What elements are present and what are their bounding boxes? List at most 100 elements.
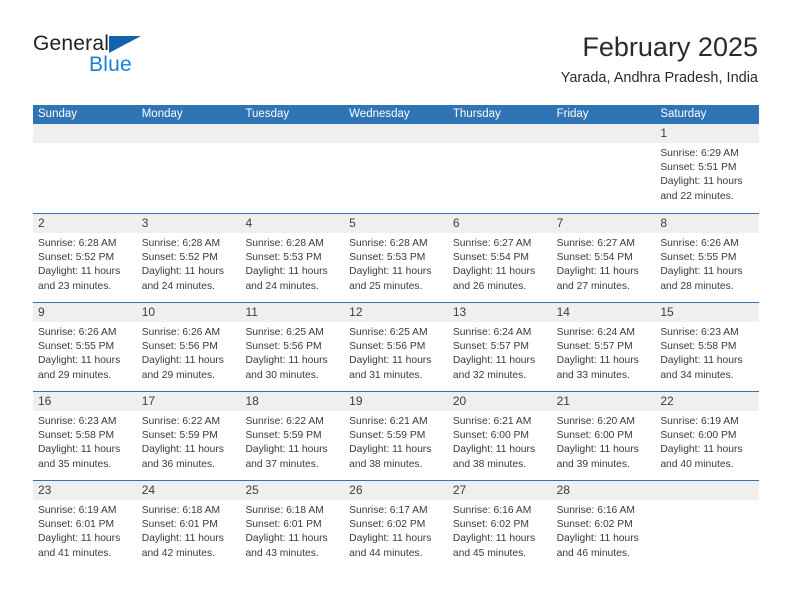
day-details: Sunrise: 6:25 AM Sunset: 5:56 PM Daylight:… [344,322,448,383]
day-number: 21 [551,392,656,411]
day-detail-line: and 42 minutes. [141,547,215,559]
day-detail-line: Sunrise: 6:18 AM [141,505,221,516]
day-detail-line: and 31 minutes. [349,369,423,381]
calendar-day-cell-11[interactable]: 11 Sunrise: 6:25 AM Sunset: 5:56 PM Dayligh… [240,303,345,391]
day-detail-line: and 30 minutes. [245,369,319,381]
day-details: Sunrise: 6:21 AM Sunset: 5:59 PM Daylight:… [344,411,448,472]
day-detail-line: Sunset: 5:55 PM [660,252,737,264]
calendar-day-cell-8[interactable]: 8 Sunrise: 6:26 AM Sunset: 5:55 PM Daylight… [655,214,760,302]
day-details: Sunrise: 6:20 AM Sunset: 6:00 PM Daylight:… [552,411,656,472]
day-detail-line: Sunset: 5:57 PM [556,341,633,353]
day-detail-line: and 43 minutes. [245,547,319,559]
calendar-day-cell-1[interactable]: 1 Sunrise: 6:29 AM Sunset: 5:51 PM Daylight… [655,124,760,213]
day-detail-line: Daylight: 11 hours [556,444,639,456]
day-detail-line: Sunset: 5:59 PM [349,430,426,442]
day-detail-line: Sunset: 6:00 PM [556,430,633,442]
calendar-day-cell-2[interactable]: 2 Sunrise: 6:28 AM Sunset: 5:52 PM Daylight… [33,214,137,302]
day-detail-line: Daylight: 11 hours [349,355,432,367]
day-details: Sunrise: 6:23 AM Sunset: 5:58 PM Daylight:… [655,322,759,383]
day-detail-line: Sunrise: 6:28 AM [349,238,428,249]
calendar-grid: Sunday Monday Tuesday Wednesday Thursday Frid… [33,105,760,569]
day-detail-line: Sunset: 5:57 PM [452,341,530,353]
general-blue-logo[interactable]: General Blue [33,32,233,82]
weekday-header-thursday: Thursday [452,108,501,120]
calendar-day-cell-25[interactable]: 25 Sunrise: 6:18 AM Sunset: 6:01 PM Dayligh… [240,481,345,569]
day-detail-line: Sunset: 5:58 PM [660,341,737,353]
calendar-day-cell-16[interactable]: 16 Sunrise: 6:23 AM Sunset: 5:58 PM Dayligh… [33,392,137,480]
calendar-week-row: 23 Sunrise: 6:19 AM Sunset: 6:01 PM Dayligh… [33,480,760,569]
day-detail-line: Daylight: 11 hours [660,176,743,188]
calendar-day-cell-6[interactable]: 6 Sunrise: 6:27 AM Sunset: 5:54 PM Daylight… [447,214,552,302]
day-detail-line: Sunrise: 6:16 AM [452,505,532,516]
calendar-day-cell-9[interactable]: 9 Sunrise: 6:26 AM Sunset: 5:55 PM Daylight… [33,303,137,391]
day-detail-line: Sunrise: 6:22 AM [245,416,324,427]
day-detail-line: Daylight: 11 hours [38,266,121,278]
day-detail-line: Sunset: 5:55 PM [38,341,115,353]
day-number: 24 [136,481,241,500]
day-detail-line: Daylight: 11 hours [38,355,121,367]
day-detail-line: and 29 minutes. [38,369,112,381]
day-detail-line: Sunrise: 6:29 AM [660,148,739,159]
day-detail-line: Sunset: 5:52 PM [141,252,218,264]
calendar-day-cell-empty [240,124,345,213]
day-details: Sunrise: 6:28 AM Sunset: 5:53 PM Daylight:… [240,233,344,294]
weekday-header-monday: Monday [141,108,183,120]
day-details: Sunrise: 6:22 AM Sunset: 5:59 PM Daylight:… [240,411,344,472]
calendar-page: General Blue February 2025 Yarada, Andhr… [0,0,792,612]
day-details: Sunrise: 6:18 AM Sunset: 6:01 PM Daylight:… [137,500,241,561]
day-detail-line: and 40 minutes. [660,458,734,470]
day-detail-line: Sunrise: 6:28 AM [38,238,117,249]
day-detail-line: Sunrise: 6:26 AM [141,327,221,338]
day-detail-line: Sunset: 6:01 PM [245,519,322,531]
day-details: Sunrise: 6:16 AM Sunset: 6:02 PM Daylight:… [448,500,552,561]
calendar-day-cell-23[interactable]: 23 Sunrise: 6:19 AM Sunset: 6:01 PM Dayligh… [33,481,137,569]
calendar-day-cell-21[interactable]: 21 Sunrise: 6:20 AM Sunset: 6:00 PM Dayligh… [551,392,656,480]
calendar-day-cell-28[interactable]: 28 Sunrise: 6:16 AM Sunset: 6:02 PM Dayligh… [551,481,656,569]
day-details: Sunrise: 6:27 AM Sunset: 5:54 PM Daylight:… [448,233,552,294]
day-number: 27 [447,481,552,500]
day-detail-line: Sunset: 5:53 PM [349,252,426,264]
day-detail-line: Daylight: 11 hours [141,533,224,545]
day-detail-line: Sunrise: 6:28 AM [141,238,221,249]
day-details: Sunrise: 6:24 AM Sunset: 5:57 PM Daylight:… [448,322,552,383]
calendar-day-cell-12[interactable]: 12 Sunrise: 6:25 AM Sunset: 5:56 PM Dayligh… [344,303,448,391]
day-detail-line: Sunrise: 6:26 AM [38,327,117,338]
day-detail-line: Daylight: 11 hours [245,444,328,456]
calendar-day-cell-17[interactable]: 17 Sunrise: 6:22 AM Sunset: 5:59 PM Dayligh… [136,392,241,480]
day-detail-line: Sunset: 6:01 PM [141,519,218,531]
day-detail-line: Sunrise: 6:27 AM [556,238,636,249]
day-detail-line: Sunrise: 6:20 AM [556,416,636,427]
day-number: 19 [344,392,448,411]
day-detail-line: Sunrise: 6:27 AM [452,238,532,249]
day-details [552,143,656,147]
calendar-day-cell-14[interactable]: 14 Sunrise: 6:24 AM Sunset: 5:57 PM Dayligh… [551,303,656,391]
day-details: Sunrise: 6:28 AM Sunset: 5:52 PM Daylight:… [33,233,137,294]
calendar-day-cell-5[interactable]: 5 Sunrise: 6:28 AM Sunset: 5:53 PM Daylight… [344,214,448,302]
day-detail-line: and 34 minutes. [660,369,734,381]
calendar-day-cell-26[interactable]: 26 Sunrise: 6:17 AM Sunset: 6:02 PM Dayligh… [344,481,448,569]
calendar-weeks: 1 Sunrise: 6:29 AM Sunset: 5:51 PM Daylight… [33,124,760,569]
calendar-week-row: 1 Sunrise: 6:29 AM Sunset: 5:51 PM Daylight… [33,124,760,213]
calendar-day-cell-20[interactable]: 20 Sunrise: 6:21 AM Sunset: 6:00 PM Dayligh… [447,392,552,480]
day-detail-line: and 33 minutes. [556,369,630,381]
calendar-day-cell-19[interactable]: 19 Sunrise: 6:21 AM Sunset: 5:59 PM Dayligh… [344,392,448,480]
calendar-day-cell-15[interactable]: 15 Sunrise: 6:23 AM Sunset: 5:58 PM Dayligh… [655,303,760,391]
day-detail-line: Sunset: 5:52 PM [38,252,115,264]
day-detail-line: and 24 minutes. [245,280,319,292]
calendar-day-cell-18[interactable]: 18 Sunrise: 6:22 AM Sunset: 5:59 PM Dayligh… [240,392,345,480]
day-detail-line: and 29 minutes. [141,369,215,381]
day-detail-line: Daylight: 11 hours [349,266,432,278]
calendar-day-cell-3[interactable]: 3 Sunrise: 6:28 AM Sunset: 5:52 PM Daylight… [136,214,241,302]
day-detail-line: Sunset: 6:00 PM [452,430,530,442]
calendar-day-cell-7[interactable]: 7 Sunrise: 6:27 AM Sunset: 5:54 PM Daylight… [551,214,656,302]
calendar-day-cell-24[interactable]: 24 Sunrise: 6:18 AM Sunset: 6:01 PM Dayligh… [136,481,241,569]
calendar-day-cell-27[interactable]: 27 Sunrise: 6:16 AM Sunset: 6:02 PM Dayligh… [447,481,552,569]
day-detail-line: Sunset: 5:54 PM [556,252,633,264]
day-details: Sunrise: 6:17 AM Sunset: 6:02 PM Daylight:… [344,500,448,561]
calendar-day-cell-10[interactable]: 10 Sunrise: 6:26 AM Sunset: 5:56 PM Dayligh… [136,303,241,391]
title-block: February 2025 Yarada, Andhra Pradesh, In… [561,30,758,89]
calendar-day-cell-4[interactable]: 4 Sunrise: 6:28 AM Sunset: 5:53 PM Daylight… [240,214,345,302]
calendar-day-cell-13[interactable]: 13 Sunrise: 6:24 AM Sunset: 5:57 PM Dayligh… [447,303,552,391]
day-detail-line: Sunrise: 6:25 AM [349,327,428,338]
calendar-day-cell-22[interactable]: 22 Sunrise: 6:19 AM Sunset: 6:00 PM Dayligh… [655,392,760,480]
